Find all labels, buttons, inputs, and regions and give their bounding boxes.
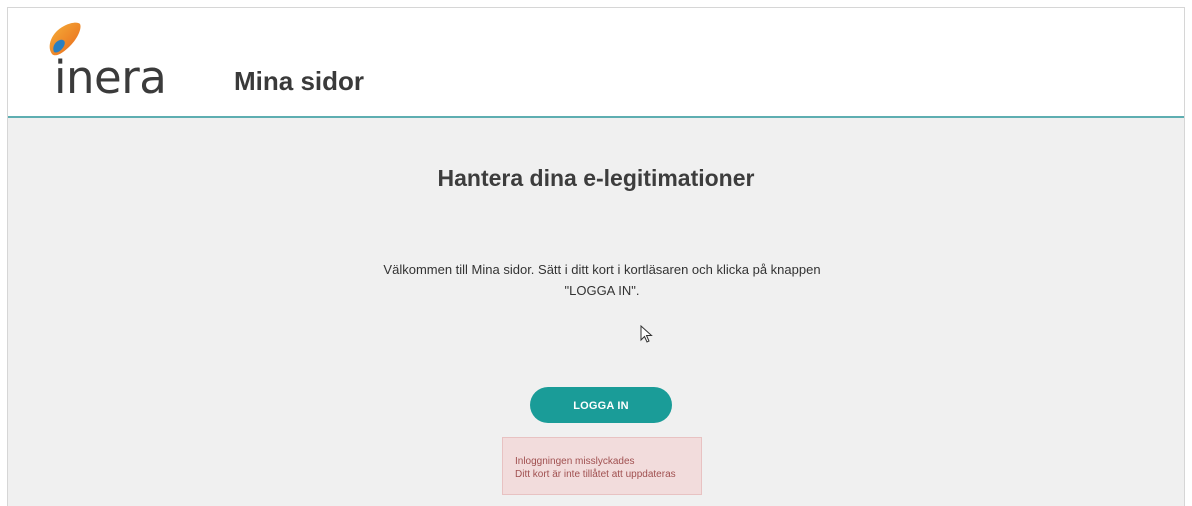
error-message: Ditt kort är inte tillåtet att uppdatera…: [515, 469, 676, 480]
login-error-alert: Inloggningen misslyckades Ditt kort är i…: [502, 437, 702, 495]
inera-logo[interactable]: inera: [44, 18, 184, 102]
main-content: Hantera dina e-legitimationer Välkommen …: [8, 118, 1184, 506]
page-title: Hantera dina e-legitimationer: [437, 165, 755, 191]
intro-text: Välkommen till Mina sidor. Sätt i ditt k…: [348, 259, 856, 301]
logo-wordmark: inera: [54, 51, 167, 104]
browser-viewport: inera Mina sidor Hantera dina e-legitima…: [7, 7, 1185, 506]
intro-line-2: "LOGGA IN".: [564, 283, 640, 298]
site-header: inera Mina sidor: [8, 8, 1184, 118]
app-title: Mina sidor: [234, 66, 365, 96]
intro-line-1: Välkommen till Mina sidor. Sätt i ditt k…: [383, 262, 821, 277]
error-title: Inloggningen misslyckades: [515, 456, 635, 467]
login-button[interactable]: LOGGA IN: [530, 387, 672, 423]
mouse-pointer-icon: [640, 325, 653, 343]
